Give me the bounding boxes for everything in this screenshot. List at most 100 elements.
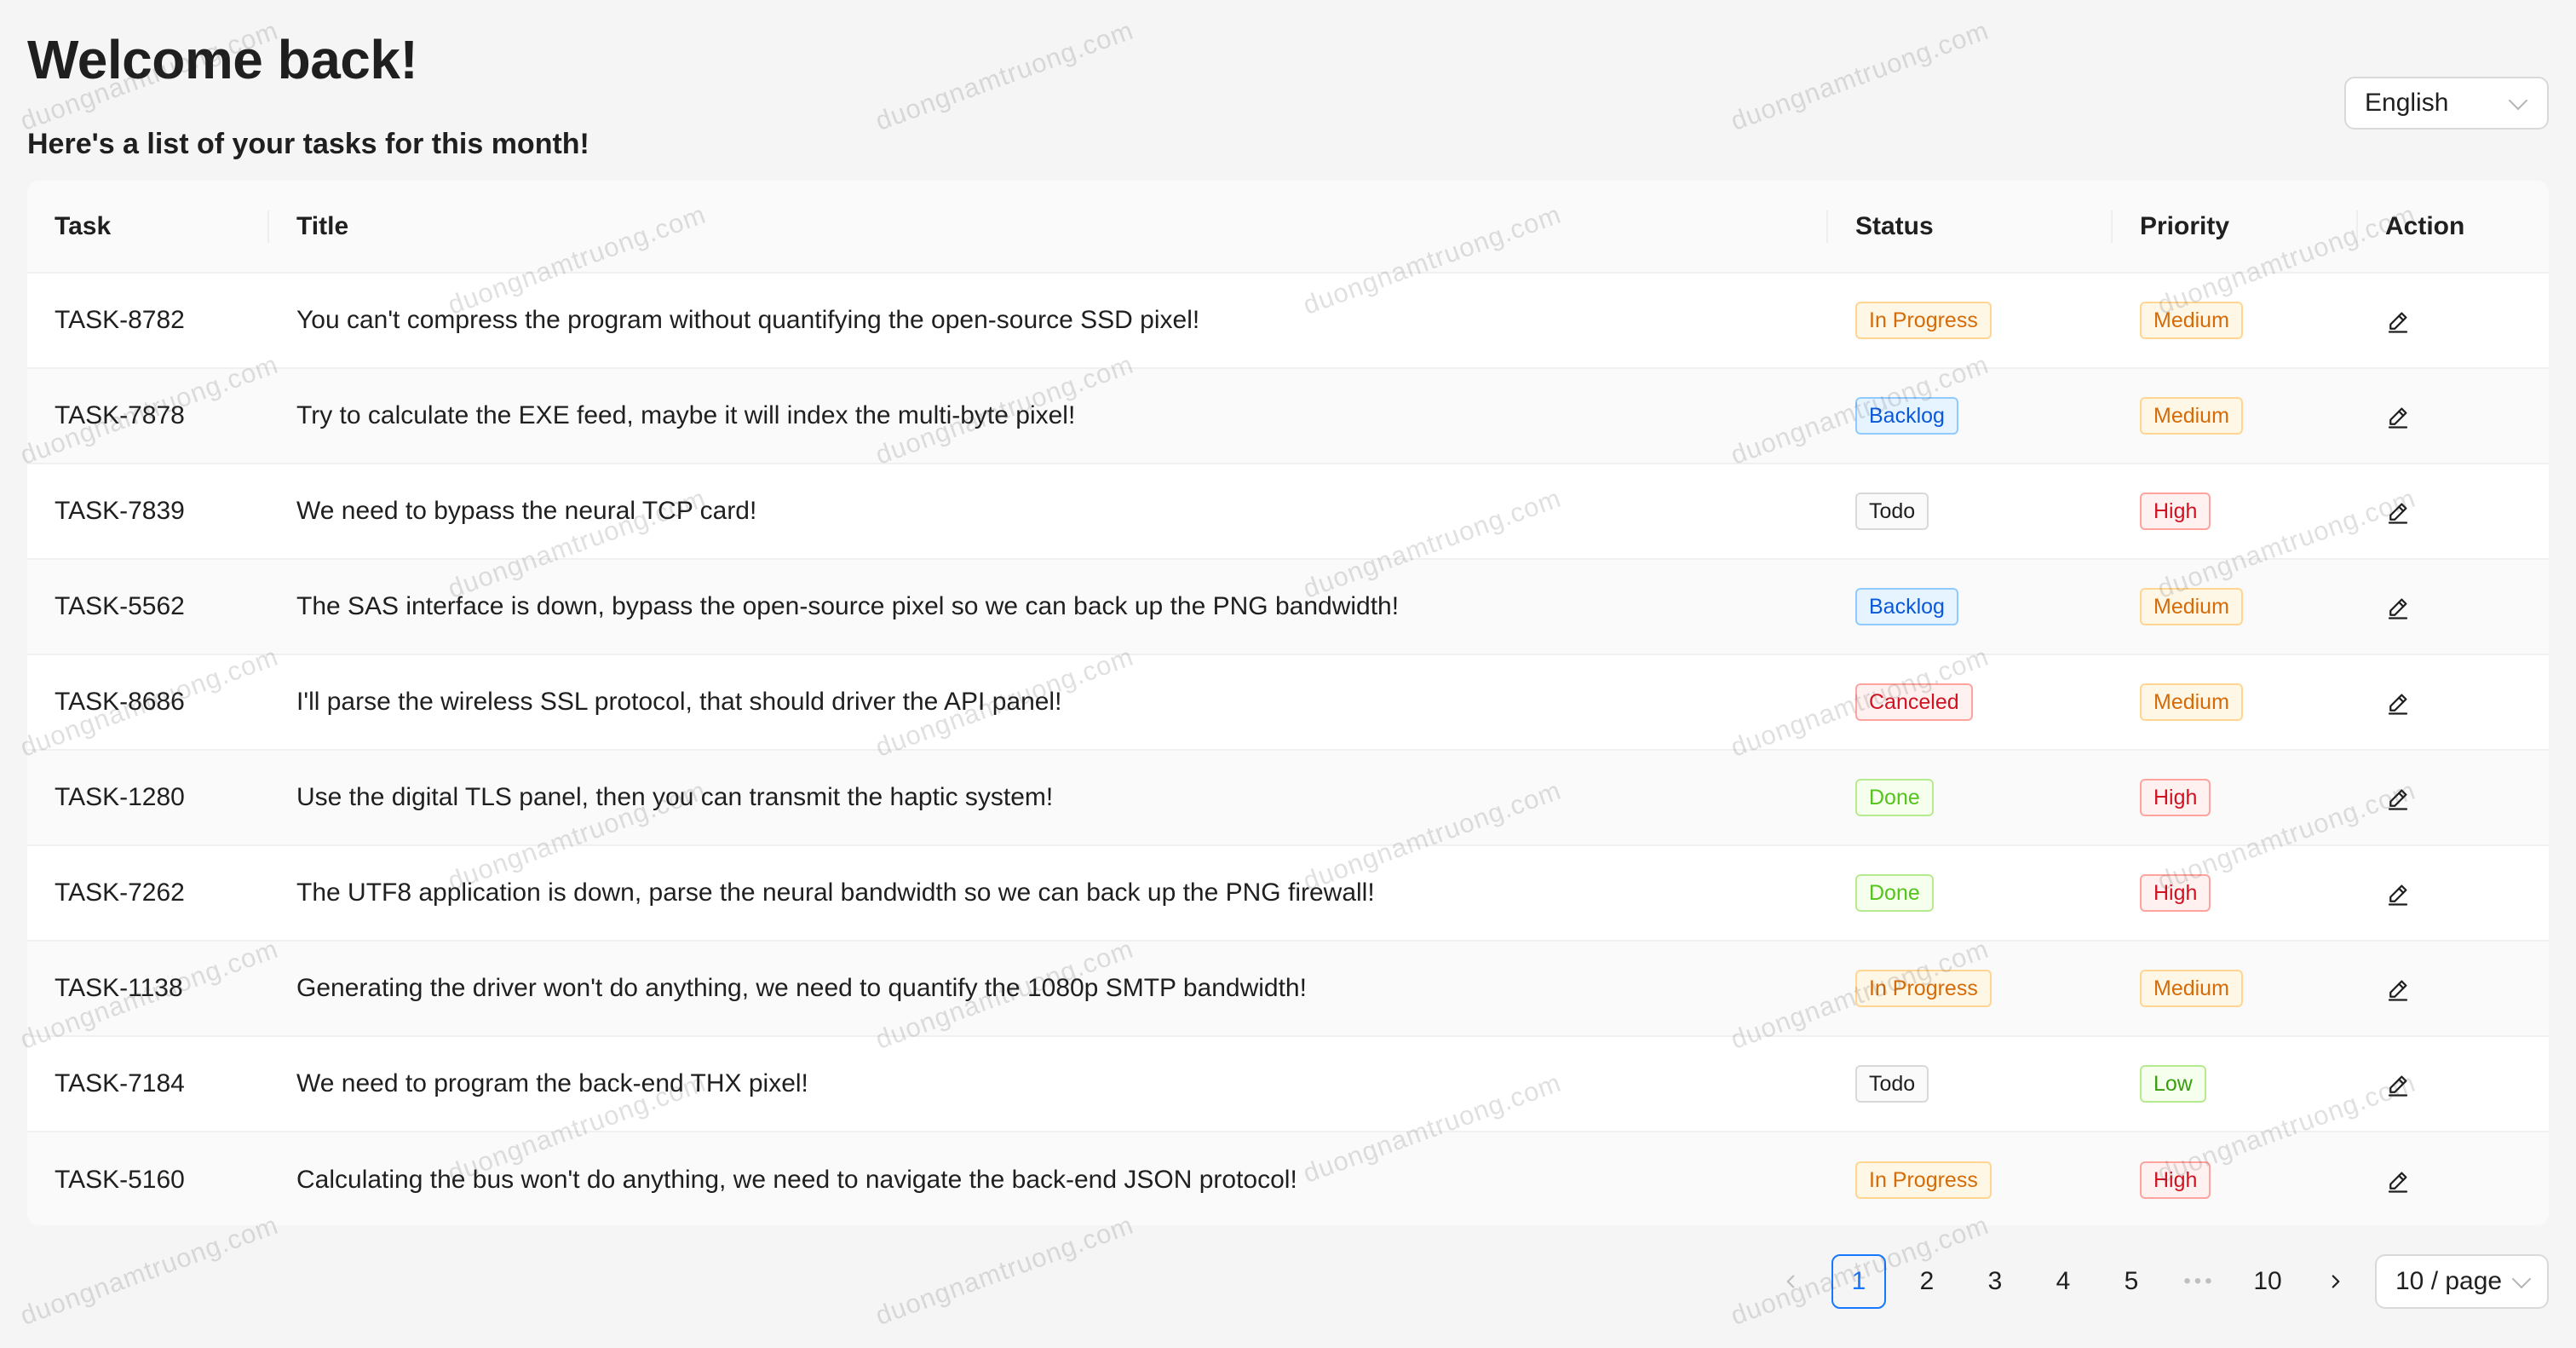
priority-badge: High	[2140, 779, 2211, 816]
task-id: TASK-7839	[27, 464, 269, 560]
priority-cell: Medium	[2113, 654, 2358, 751]
task-title: Use the digital TLS panel, then you can …	[269, 750, 1828, 846]
page-title: Welcome back!	[27, 29, 418, 90]
task-title: We need to bypass the neural TCP card!	[269, 464, 1828, 560]
task-table: Task Title Status Priority Action TASK-8…	[27, 181, 2549, 1225]
priority-badge: High	[2140, 874, 2211, 912]
watermark-text: duongnamtruong.com	[1726, 15, 1992, 137]
page-10[interactable]: 10	[2240, 1254, 2295, 1309]
edit-icon[interactable]	[2385, 881, 2411, 907]
table-row: TASK-7184 We need to program the back-end…	[27, 1036, 2549, 1132]
task-id: TASK-5160	[55, 1165, 185, 1194]
chevron-down-icon	[2511, 1269, 2532, 1289]
priority-badge: Medium	[2140, 397, 2243, 435]
chevron-down-icon	[2508, 90, 2528, 111]
priority-badge: Medium	[2140, 970, 2243, 1007]
priority-badge: Medium	[2140, 588, 2243, 625]
action-cell	[2358, 1132, 2549, 1225]
status-badge: Done	[1855, 779, 1934, 816]
page-5[interactable]: 5	[2104, 1254, 2159, 1309]
edit-icon[interactable]	[2385, 308, 2411, 334]
watermark-text: duongnamtruong.com	[16, 1209, 283, 1331]
page-4[interactable]: 4	[2036, 1254, 2090, 1309]
page-1[interactable]: 1	[1831, 1254, 1886, 1309]
task-title: You can't compress the program without q…	[269, 273, 1828, 369]
action-cell	[2358, 368, 2549, 464]
status-cell: Canceled	[1828, 654, 2113, 751]
page-size-select[interactable]: 10 / page	[2375, 1254, 2549, 1309]
table-row: TASK-8686 I'll parse the wireless SSL pro…	[27, 654, 2549, 751]
action-cell	[2358, 941, 2549, 1037]
table-row: TASK-7839 We need to bypass the neural TC…	[27, 464, 2549, 560]
task-title: The UTF8 application is down, parse the …	[269, 845, 1828, 942]
edit-icon[interactable]	[2385, 595, 2411, 620]
column-header-action: Action	[2358, 181, 2549, 274]
table-row: TASK-1280 Use the digital TLS panel, then…	[27, 750, 2549, 846]
table-row: TASK-5562 The SAS interface is down, bypa…	[27, 559, 2549, 655]
edit-icon[interactable]	[2385, 404, 2411, 429]
status-cell: Todo	[1828, 1036, 2113, 1132]
status-cell: Backlog	[1828, 559, 2113, 655]
status-badge: Todo	[1855, 1065, 1929, 1103]
task-id: TASK-7878	[27, 368, 269, 464]
action-cell	[2358, 1036, 2549, 1132]
edit-icon[interactable]	[2385, 786, 2411, 811]
pagination-ellipsis[interactable]: •••	[2172, 1254, 2227, 1309]
edit-icon[interactable]	[2385, 1168, 2411, 1194]
status-cell: Backlog	[1828, 368, 2113, 464]
action-cell	[2358, 654, 2549, 751]
task-id: TASK-8686	[27, 654, 269, 751]
priority-cell: High	[2113, 464, 2358, 560]
status-badge: Todo	[1855, 493, 1929, 530]
task-id: TASK-1138	[27, 941, 269, 1037]
task-title: I'll parse the wireless SSL protocol, th…	[269, 654, 1828, 751]
column-header-priority: Priority	[2113, 181, 2358, 274]
task-id: TASK-1280	[27, 750, 269, 846]
priority-badge: Medium	[2140, 683, 2243, 721]
chevron-right-icon[interactable]	[2309, 1254, 2363, 1309]
status-badge: Canceled	[1855, 683, 1973, 721]
language-select[interactable]: English	[2344, 77, 2549, 130]
priority-badge: High	[2140, 493, 2211, 530]
priority-cell: Medium	[2113, 941, 2358, 1037]
priority-cell: High	[2113, 1132, 2358, 1225]
edit-icon[interactable]	[2385, 1072, 2411, 1097]
priority-badge: Medium	[2140, 302, 2243, 339]
task-title: The SAS interface is down, bypass the op…	[269, 559, 1828, 655]
status-cell: Done	[1828, 845, 2113, 942]
status-badge: Backlog	[1855, 588, 1958, 625]
status-cell: Todo	[1828, 464, 2113, 560]
table-row: TASK-5160 Calculating the bus won't do an…	[27, 1132, 2549, 1225]
status-badge: In Progress	[1855, 302, 1992, 339]
task-title: Try to calculate the EXE feed, maybe it …	[269, 368, 1828, 464]
table-header-row: Task Title Status Priority Action	[27, 181, 2549, 274]
priority-cell: Low	[2113, 1036, 2358, 1132]
table-row: TASK-8782 You can't compress the program …	[27, 273, 2549, 369]
task-id: TASK-5562	[27, 559, 269, 655]
pagination: 1 2 3 4 5 ••• 10	[1763, 1254, 2377, 1309]
page-2[interactable]: 2	[1900, 1254, 1954, 1309]
page-subtitle: Here's a list of your tasks for this mon…	[27, 128, 589, 160]
column-header-task: Task	[27, 181, 269, 274]
table-row: TASK-7878 Try to calculate the EXE feed, …	[27, 368, 2549, 464]
page-size-value: 10 / page	[2395, 1267, 2503, 1295]
status-cell: In Progress	[1828, 1132, 2113, 1225]
status-cell: In Progress	[1828, 941, 2113, 1037]
page-3[interactable]: 3	[1968, 1254, 2022, 1309]
task-id: TASK-8782	[27, 273, 269, 369]
priority-cell: Medium	[2113, 368, 2358, 464]
edit-icon[interactable]	[2385, 976, 2411, 1002]
status-badge: In Progress	[1855, 1161, 1992, 1199]
column-header-title: Title	[269, 181, 1828, 274]
action-cell	[2358, 464, 2549, 560]
status-cell: Done	[1828, 750, 2113, 846]
task-title: Generating the driver won't do anything,…	[269, 941, 1828, 1037]
priority-cell: Medium	[2113, 559, 2358, 655]
edit-icon[interactable]	[2385, 499, 2411, 525]
action-cell	[2358, 273, 2549, 369]
edit-icon[interactable]	[2385, 690, 2411, 716]
watermark-text: duongnamtruong.com	[871, 15, 1138, 137]
chevron-left-icon[interactable]	[1763, 1254, 1818, 1309]
task-title: Calculating the bus won't do anything, w…	[296, 1165, 1297, 1194]
priority-cell: High	[2113, 750, 2358, 846]
